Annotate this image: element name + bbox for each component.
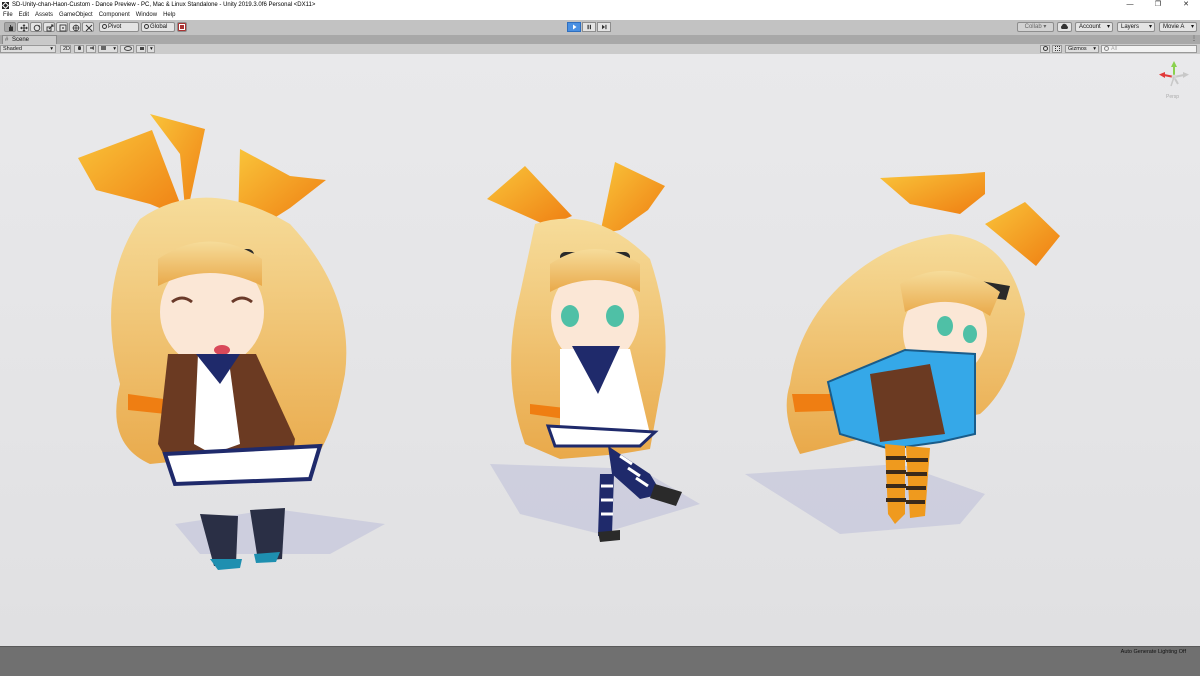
pivot-label: Pivot: [108, 24, 122, 30]
menu-component[interactable]: Component: [96, 10, 133, 20]
chevron-down-icon: ▾: [113, 46, 116, 52]
character-2[interactable]: [487, 162, 700, 542]
effects-icon: [101, 46, 106, 50]
light-icon: [78, 46, 81, 50]
snap-button[interactable]: [177, 22, 187, 32]
scale-icon: [46, 24, 54, 32]
tab-menu-icon[interactable]: ⋮: [1191, 35, 1197, 42]
layout-label: Movie A: [1163, 24, 1185, 30]
move-tool-button[interactable]: [17, 22, 29, 32]
scene-gizmo[interactable]: Persp: [1156, 60, 1192, 100]
layout-dropdown[interactable]: Movie A ▾: [1159, 22, 1197, 32]
account-dropdown[interactable]: Account ▾: [1075, 22, 1113, 32]
eye-icon: [124, 46, 132, 51]
chevron-down-icon: ▾: [1093, 46, 1096, 52]
wrench-icon: [1043, 46, 1048, 51]
menu-assets[interactable]: Assets: [32, 10, 56, 20]
pivot-toggle[interactable]: Pivot: [99, 22, 139, 32]
layers-dropdown[interactable]: Layers ▾: [1117, 22, 1155, 32]
globe-icon: [144, 24, 149, 29]
rotate-tool-button[interactable]: [30, 22, 42, 32]
tab-scene-label: Scene: [12, 37, 30, 43]
services-button[interactable]: [1057, 22, 1072, 32]
status-bar: Auto Generate Lighting Off: [0, 646, 1200, 676]
collab-label: Collab ▾: [1024, 24, 1047, 30]
shading-mode-label: Shaded: [3, 46, 22, 52]
rotate-icon: [33, 24, 41, 32]
perspective-label: Persp: [1166, 94, 1180, 100]
scene-viewport[interactable]: Persp: [0, 54, 1200, 646]
main-toolbar: Pivot Global Collab ▾ Account ▾ Layers ▾ M…: [0, 20, 1200, 36]
global-toggle[interactable]: Global: [141, 22, 175, 32]
rect-tool-button[interactable]: [56, 22, 68, 32]
shading-mode-dropdown[interactable]: Shaded ▾: [0, 45, 56, 53]
chevron-down-icon: ▾: [150, 46, 153, 52]
maximize-button[interactable]: ❐: [1144, 0, 1172, 10]
hidden-objects-toggle[interactable]: [120, 45, 134, 53]
2d-label: 2D: [63, 46, 71, 52]
pause-button[interactable]: [582, 22, 596, 32]
hierarchy-search-input[interactable]: All: [1101, 45, 1197, 53]
hand-tool-button[interactable]: [4, 22, 16, 32]
axis-gizmo-icon: [1159, 61, 1189, 87]
scene-render: [78, 114, 1060, 570]
pause-icon: [587, 24, 591, 30]
menu-file[interactable]: File: [0, 10, 16, 20]
chevron-down-icon: ▾: [1190, 24, 1194, 30]
search-icon: [1104, 46, 1109, 51]
speaker-icon: [90, 46, 94, 50]
tab-scene[interactable]: Scene: [2, 35, 57, 44]
collab-dropdown[interactable]: Collab ▾: [1017, 22, 1054, 32]
title-bar: SD-Unity-chan-Haon-Custom - Dance Previe…: [0, 0, 1200, 10]
grid-snap-icon: [179, 24, 185, 30]
lighting-status-text[interactable]: Auto Generate Lighting Off: [1121, 649, 1186, 655]
scale-tool-button[interactable]: [43, 22, 55, 32]
gizmos-dropdown[interactable]: Gizmos ▾: [1065, 45, 1099, 53]
search-placeholder: All: [1111, 46, 1118, 52]
audio-toggle[interactable]: [86, 45, 96, 53]
pivot-icon: [102, 24, 107, 29]
menu-edit[interactable]: Edit: [16, 10, 32, 20]
step-button[interactable]: [597, 22, 611, 32]
tools-icon: [85, 24, 93, 32]
play-icon: [573, 24, 577, 30]
chevron-down-icon: ▾: [50, 46, 53, 52]
step-icon: [602, 24, 607, 30]
lighting-toggle[interactable]: [74, 45, 84, 53]
menu-window[interactable]: Window: [133, 10, 160, 20]
chevron-down-icon: ▾: [1106, 24, 1110, 30]
transform-tool-button[interactable]: [69, 22, 81, 32]
close-button[interactable]: ✕: [1172, 0, 1200, 10]
menu-help[interactable]: Help: [160, 10, 178, 20]
cloud-icon: [1060, 23, 1069, 29]
grid-icon: [1055, 46, 1060, 51]
rect-icon: [59, 24, 67, 32]
menu-bar: File Edit Assets GameObject Component Wi…: [0, 10, 1200, 20]
effects-dropdown[interactable]: ▾: [98, 45, 118, 53]
tools-button[interactable]: [1040, 45, 1050, 53]
transform-icon: [72, 24, 80, 32]
account-label: Account: [1079, 24, 1101, 30]
unity-logo-icon: [2, 1, 9, 9]
scene-options-dropdown[interactable]: ▾: [147, 45, 155, 53]
minimize-button[interactable]: —: [1116, 0, 1144, 10]
character-1[interactable]: [78, 114, 385, 570]
2d-toggle[interactable]: 2D: [60, 45, 71, 53]
window-title: SD-Unity-chan-Haon-Custom - Dance Previe…: [12, 2, 316, 8]
menu-gameobject[interactable]: GameObject: [56, 10, 96, 20]
camera-icon: [140, 47, 144, 50]
global-label: Global: [150, 24, 168, 30]
chevron-down-icon: ▾: [1148, 24, 1152, 30]
hand-icon: [9, 25, 13, 31]
move-icon: [20, 24, 28, 32]
custom-tool-button[interactable]: [82, 22, 94, 32]
gizmos-label: Gizmos: [1068, 46, 1087, 52]
layers-label: Layers: [1121, 24, 1140, 30]
window-controls: — ❐ ✕: [1116, 0, 1200, 10]
character-3[interactable]: [745, 172, 1060, 534]
camera-settings-dropdown[interactable]: [136, 45, 146, 53]
grid-toggle[interactable]: [1052, 45, 1062, 53]
play-button[interactable]: [567, 22, 581, 32]
